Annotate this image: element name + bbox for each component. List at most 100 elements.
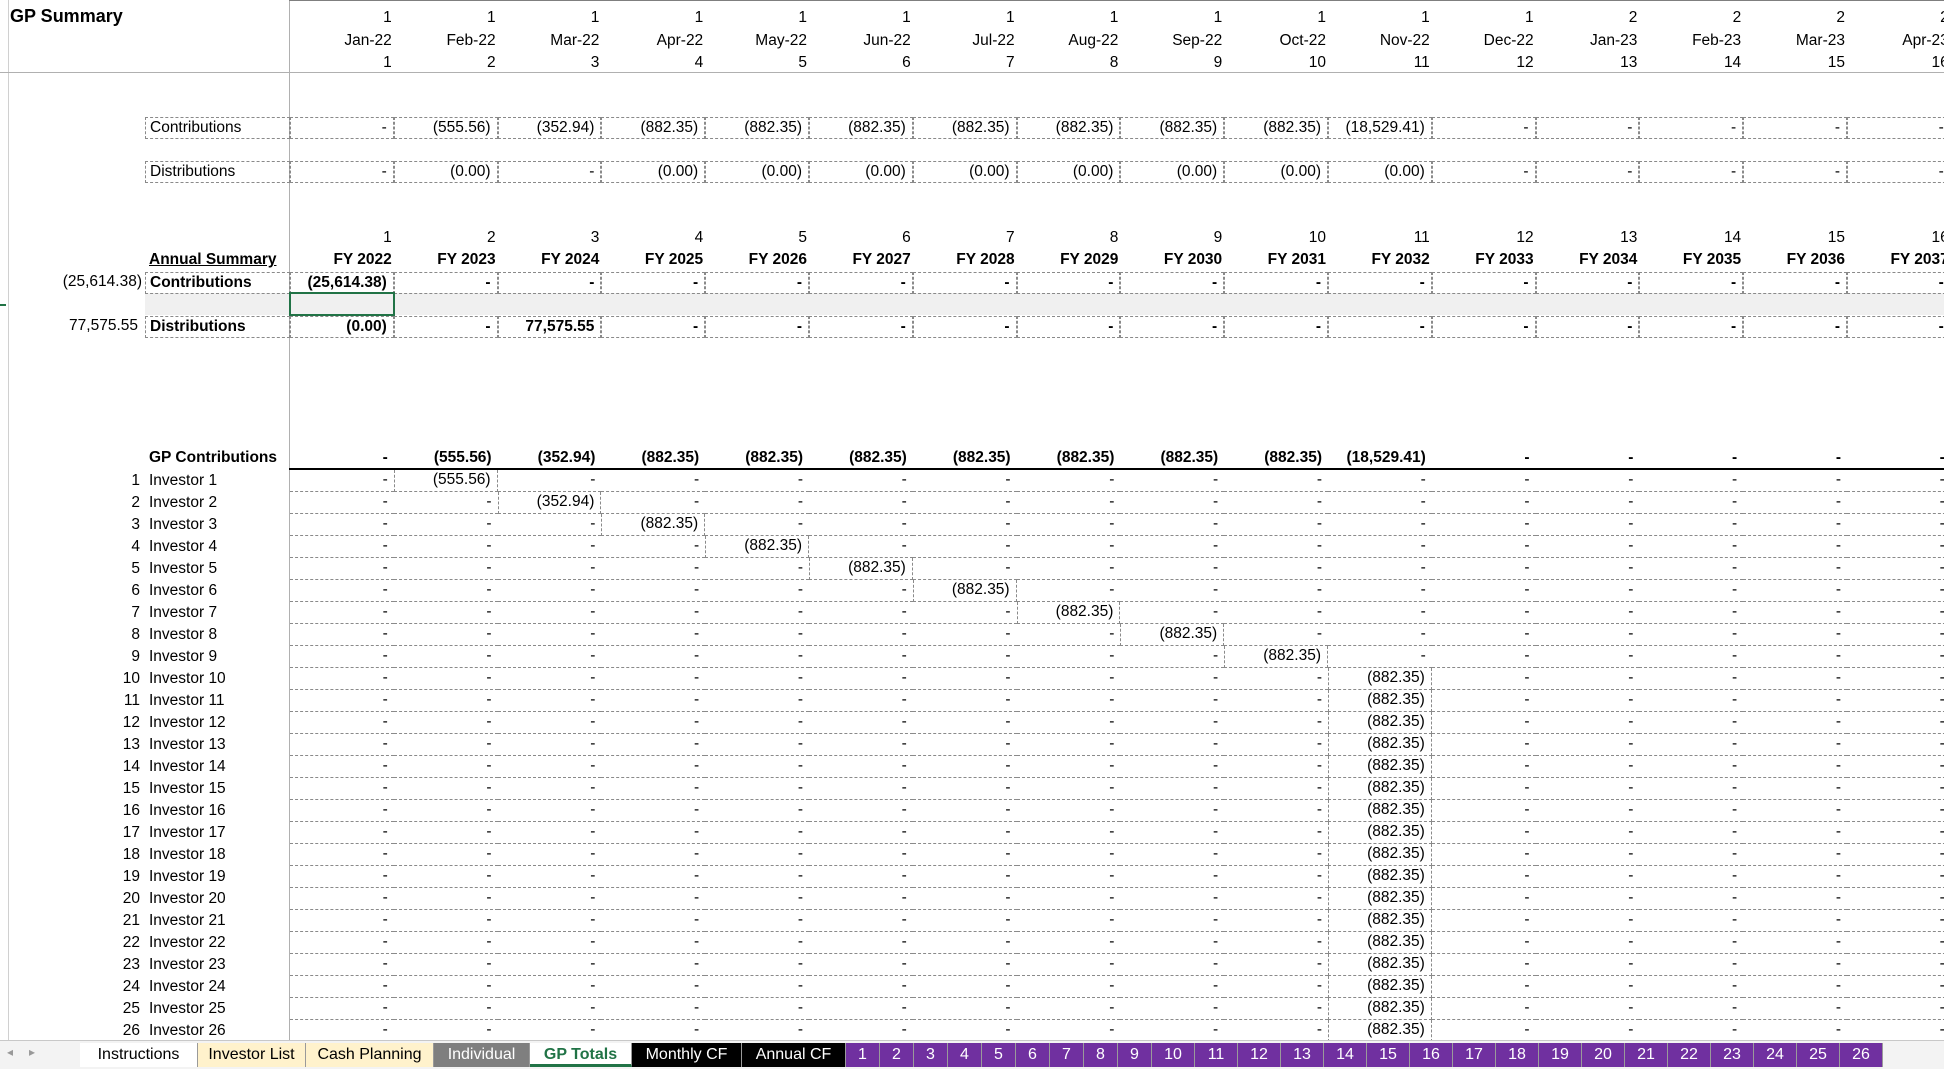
investor-contribution-cell[interactable]: - (1120, 800, 1225, 822)
investor-contribution-cell[interactable]: (882.35) (1328, 976, 1432, 998)
sheet-tab-21[interactable]: 21 (1625, 1043, 1668, 1067)
investor-contribution-cell[interactable]: (882.35) (1328, 690, 1432, 712)
investor-contribution-cell[interactable]: - (809, 888, 913, 910)
investor-contribution-cell[interactable]: - (1535, 470, 1640, 492)
investor-contribution-cell[interactable]: - (497, 932, 602, 954)
investor-contribution-cell[interactable]: - (912, 932, 1017, 954)
investor-contribution-cell[interactable]: - (1847, 602, 1944, 624)
investor-contribution-cell[interactable]: - (601, 756, 706, 778)
investor-contribution-cell[interactable]: - (1431, 514, 1536, 536)
investor-contribution-cell[interactable]: - (1431, 492, 1536, 514)
investor-contribution-cell[interactable]: - (809, 470, 913, 492)
investor-contribution-cell[interactable]: - (1431, 866, 1536, 888)
investor-contribution-cell[interactable]: - (1639, 800, 1744, 822)
investor-contribution-cell[interactable]: - (1743, 822, 1847, 844)
investor-contribution-cell[interactable]: - (601, 492, 706, 514)
investor-contribution-cell[interactable]: - (393, 602, 498, 624)
investor-contribution-cell[interactable]: - (1120, 580, 1225, 602)
investor-contribution-cell[interactable]: - (601, 646, 706, 668)
investor-contribution-cell[interactable]: - (393, 734, 498, 756)
annual-distributions-cell[interactable]: - (1639, 316, 1744, 338)
investor-contribution-cell[interactable]: - (1328, 536, 1432, 558)
investor-contribution-cell[interactable]: - (1120, 558, 1225, 580)
investor-contribution-cell[interactable]: - (1224, 822, 1328, 844)
investor-contribution-cell[interactable]: - (912, 514, 1017, 536)
investor-contribution-cell[interactable]: - (1743, 756, 1847, 778)
investor-contribution-cell[interactable]: - (1535, 492, 1640, 514)
investor-contribution-cell[interactable]: - (1016, 492, 1121, 514)
investor-contribution-cell[interactable]: - (1847, 844, 1944, 866)
investor-contribution-cell[interactable]: - (393, 492, 498, 514)
annual-distributions-cell[interactable]: - (393, 316, 498, 338)
investor-contribution-cell[interactable]: - (705, 932, 809, 954)
sheet-tab-24[interactable]: 24 (1754, 1043, 1797, 1067)
investor-contribution-cell[interactable]: - (1016, 690, 1121, 712)
investor-contribution-cell[interactable]: - (1224, 800, 1328, 822)
investor-contribution-cell[interactable]: - (1535, 690, 1640, 712)
investor-contribution-cell[interactable]: - (1535, 844, 1640, 866)
investor-contribution-cell[interactable]: - (1016, 756, 1121, 778)
investor-contribution-cell[interactable]: - (1120, 822, 1225, 844)
investor-contribution-cell[interactable]: - (1639, 712, 1744, 734)
investor-contribution-cell[interactable]: - (705, 470, 809, 492)
gp-contributions-total-cell[interactable]: (882.35) (1017, 448, 1115, 468)
annual-contributions-cell[interactable]: - (1639, 272, 1744, 294)
investor-contribution-cell[interactable]: - (1120, 998, 1225, 1020)
investor-contribution-cell[interactable]: - (912, 888, 1017, 910)
investor-contribution-cell[interactable]: - (497, 690, 602, 712)
investor-contribution-cell[interactable]: (882.35) (705, 536, 809, 558)
investor-contribution-cell[interactable]: - (1120, 470, 1225, 492)
investor-contribution-cell[interactable]: - (1639, 778, 1744, 800)
investor-contribution-cell[interactable]: (882.35) (1328, 888, 1432, 910)
monthly-contributions-cell[interactable]: (882.35) (705, 117, 809, 139)
investor-contribution-cell[interactable]: - (1120, 1020, 1224, 1040)
investor-contribution-cell[interactable]: - (1016, 844, 1121, 866)
annual-contributions-cell[interactable]: - (912, 272, 1017, 294)
investor-contribution-cell[interactable]: - (912, 712, 1017, 734)
investor-contribution-cell[interactable]: - (290, 932, 394, 954)
sheet-tab-9[interactable]: 9 (1118, 1043, 1152, 1067)
annual-distributions-cell[interactable]: - (601, 316, 706, 338)
investor-contribution-cell[interactable]: - (1639, 558, 1744, 580)
investor-contribution-cell[interactable]: - (1639, 932, 1744, 954)
investor-contribution-cell[interactable]: - (497, 910, 602, 932)
investor-contribution-cell[interactable]: - (705, 888, 809, 910)
investor-contribution-cell[interactable]: - (1431, 580, 1536, 602)
annual-distributions-cell[interactable]: - (912, 316, 1017, 338)
investor-contribution-cell[interactable]: - (913, 1020, 1017, 1040)
gp-contributions-total-cell[interactable]: (882.35) (1120, 448, 1218, 468)
investor-contribution-cell[interactable]: - (1743, 492, 1847, 514)
investor-contribution-cell[interactable]: - (1224, 844, 1328, 866)
investor-contribution-cell[interactable]: - (1639, 514, 1744, 536)
investor-contribution-cell[interactable]: - (1431, 602, 1536, 624)
investor-contribution-cell[interactable]: - (1743, 1020, 1847, 1040)
investor-contribution-cell[interactable]: - (1847, 888, 1944, 910)
investor-contribution-cell[interactable]: (882.35) (809, 558, 913, 580)
gp-contributions-total-cell[interactable]: (882.35) (601, 448, 699, 468)
annual-contributions-cell[interactable]: - (601, 272, 706, 294)
investor-contribution-cell[interactable]: - (393, 800, 498, 822)
investor-contribution-cell[interactable]: - (1743, 932, 1847, 954)
investor-contribution-cell[interactable]: - (1743, 954, 1847, 976)
investor-contribution-cell[interactable]: - (1224, 580, 1328, 602)
investor-contribution-cell[interactable]: - (1639, 1020, 1743, 1040)
investor-contribution-cell[interactable]: - (809, 822, 913, 844)
investor-contribution-cell[interactable]: - (1224, 976, 1328, 998)
investor-contribution-cell[interactable]: - (393, 536, 498, 558)
investor-contribution-cell[interactable]: - (1639, 602, 1744, 624)
annual-distributions-cell[interactable]: 77,575.55 (497, 316, 602, 338)
investor-contribution-cell[interactable]: - (1847, 932, 1944, 954)
investor-contribution-cell[interactable]: - (912, 492, 1017, 514)
investor-contribution-cell[interactable]: - (393, 976, 498, 998)
investor-contribution-cell[interactable]: - (1743, 470, 1847, 492)
investor-contribution-cell[interactable]: - (1328, 646, 1432, 668)
investor-contribution-cell[interactable]: - (1639, 954, 1744, 976)
investor-contribution-cell[interactable]: - (1535, 756, 1640, 778)
investor-contribution-cell[interactable]: - (1639, 492, 1744, 514)
investor-contribution-cell[interactable]: - (1431, 778, 1536, 800)
investor-contribution-cell[interactable]: - (1328, 558, 1432, 580)
sheet-tab-2[interactable]: 2 (880, 1043, 914, 1067)
investor-contribution-cell[interactable]: (882.35) (1328, 866, 1432, 888)
investor-contribution-cell[interactable]: - (1224, 1020, 1328, 1040)
investor-contribution-cell[interactable]: - (1639, 998, 1744, 1020)
